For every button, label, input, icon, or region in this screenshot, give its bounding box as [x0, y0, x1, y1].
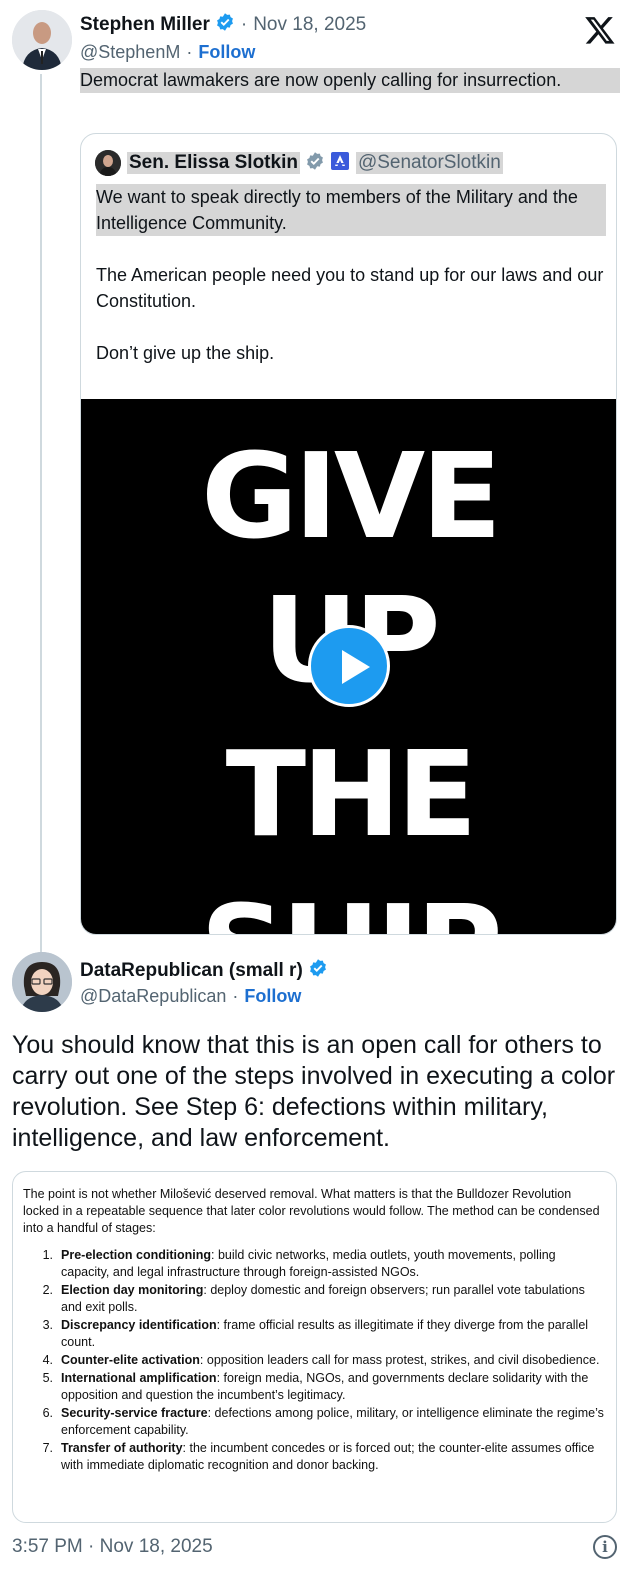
quoted-tweet-body: We want to speak directly to members of … [96, 184, 606, 392]
list-item: 3. Discrepancy identification: frame offi… [42, 1318, 589, 1349]
x-logo-icon[interactable] [584, 14, 616, 46]
tweet2-text: You should know that this is an open cal… [12, 1031, 616, 1152]
quoted-paragraph-1: We want to speak directly to members of … [96, 184, 606, 236]
quoted-paragraph-2: The American people need you to stand up… [96, 265, 604, 311]
tweet1-subheader: @StephenM · Follow [80, 42, 255, 63]
tweet1-text: Democrat lawmakers are now openly callin… [80, 68, 620, 93]
tweet1-separator-2: · [186, 42, 193, 62]
tweet1-text-content: Democrat lawmakers are now openly callin… [80, 68, 620, 93]
tweet2-separator: · [232, 986, 239, 1006]
gov-badge-icon [330, 151, 350, 176]
list-item: 4. Counter-elite activation: opposition l… [42, 1353, 600, 1367]
quoted-tweet-card[interactable]: Sen. Elissa Slotkin @SenatorSlotkin We w… [80, 133, 617, 935]
tweet1-separator: · [240, 13, 248, 35]
play-icon[interactable] [308, 625, 390, 707]
quoted-video[interactable]: GIVE UP THE SHIP [81, 399, 616, 934]
tweet2-follow-button[interactable]: Follow [244, 986, 301, 1007]
document-stage-list: 1. Pre-election conditioning: build civic… [23, 1247, 606, 1474]
tweet1-author-name[interactable]: Stephen Miller [80, 14, 210, 36]
verified-badge-icon [305, 151, 325, 176]
list-item: 5. International amplification: foreign m… [42, 1371, 589, 1402]
tweet1-follow-button[interactable]: Follow [198, 42, 255, 63]
tweet1-header: Stephen Miller · Nov 18, 2025 [80, 12, 366, 37]
video-word-4: SHIP [81, 889, 616, 934]
quoted-author-name[interactable]: Sen. Elissa Slotkin [129, 152, 298, 173]
list-item: 6. Security-service fracture: defections … [42, 1406, 604, 1437]
list-item: 2. Election day monitoring: deploy domest… [42, 1283, 585, 1314]
tweet1-handle[interactable]: @StephenM [80, 42, 180, 63]
list-item: 1. Pre-election conditioning: build civic… [42, 1248, 556, 1279]
tweet2-handle[interactable]: @DataRepublican [80, 986, 226, 1007]
tweet-footer: 3:57 PM · Nov 18, 2025 i [12, 1535, 617, 1559]
video-word-3: THE [225, 725, 478, 863]
verified-badge-icon [215, 12, 235, 37]
list-item: 7. Transfer of authority: the incumbent c… [42, 1441, 595, 1472]
attached-document-image[interactable]: The point is not whether Milošević deser… [12, 1171, 617, 1523]
tweet2-subheader: @DataRepublican · Follow [80, 986, 301, 1007]
slotkin-avatar[interactable] [95, 150, 121, 176]
quoted-paragraph-3: Don’t give up the ship. [96, 343, 275, 363]
verified-badge-icon [308, 958, 328, 983]
tweet1-date[interactable]: Nov 18, 2025 [253, 14, 366, 36]
tweet2-timestamp[interactable]: 3:57 PM · Nov 18, 2025 [12, 1536, 213, 1558]
thread-connector-line [40, 74, 42, 954]
quoted-author-handle[interactable]: @SenatorSlotkin [358, 152, 501, 173]
tweet2-header: DataRepublican (small r) [80, 958, 328, 983]
quoted-tweet-header: Sen. Elissa Slotkin @SenatorSlotkin [95, 150, 503, 176]
document-intro: The point is not whether Milošević deser… [23, 1187, 600, 1235]
datarepublican-avatar[interactable] [12, 952, 72, 1012]
video-word-1: GIVE [201, 427, 502, 565]
tweet2-author-name[interactable]: DataRepublican (small r) [80, 960, 303, 982]
info-icon[interactable]: i [593, 1535, 617, 1559]
stephen-miller-avatar[interactable] [12, 10, 72, 70]
